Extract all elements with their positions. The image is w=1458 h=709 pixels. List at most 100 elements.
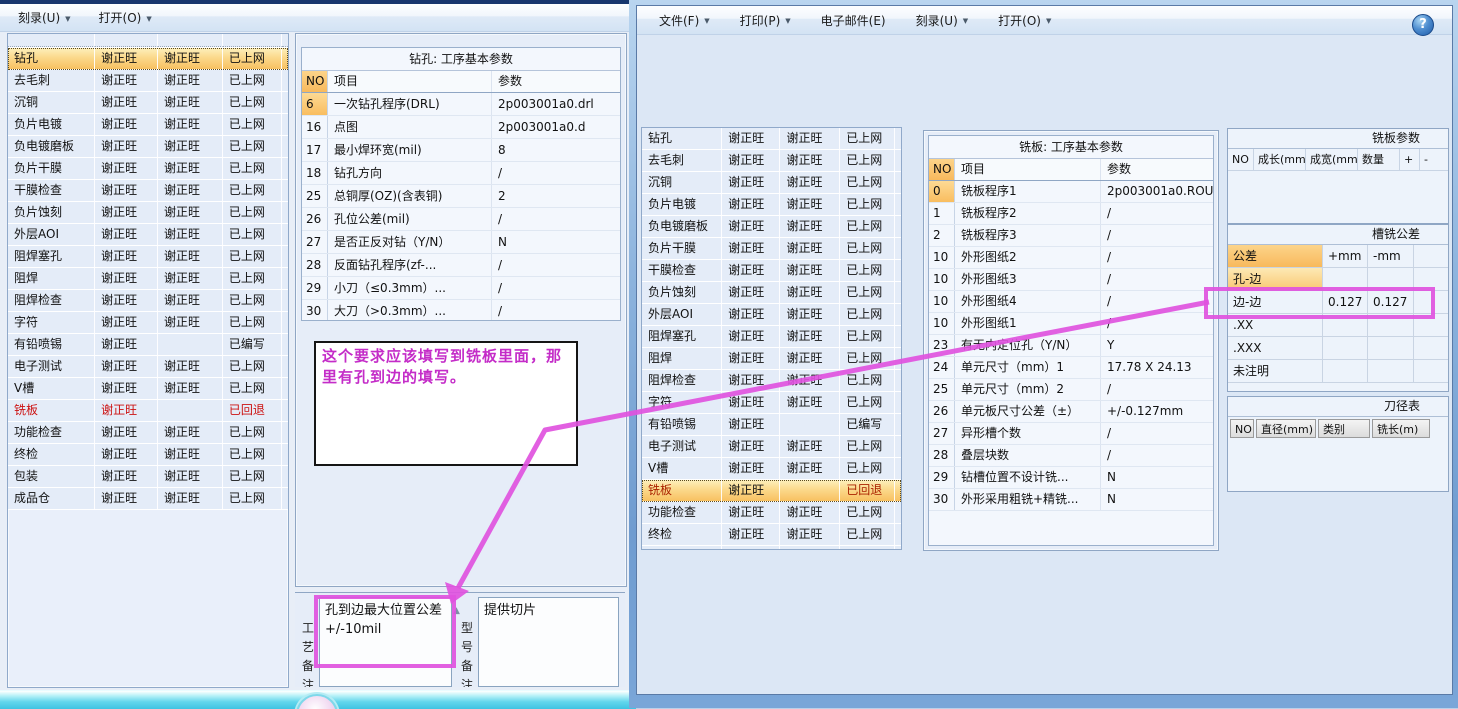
- column-header[interactable]: NO: [1228, 149, 1254, 170]
- col-header-item[interactable]: 项目: [955, 159, 1101, 180]
- table-row[interactable]: 终检 谢正旺 谢正旺 已上网: [642, 524, 901, 546]
- tolerance-row[interactable]: 未注明: [1228, 360, 1448, 383]
- table-row[interactable]: 字符 谢正旺 谢正旺 已上网: [8, 312, 288, 334]
- param-row[interactable]: 25 总铜厚(OZ)(含表铜) 2: [302, 185, 620, 208]
- param-row[interactable]: 10 外形图纸2 /: [929, 247, 1213, 269]
- tolerance-row[interactable]: .XX: [1228, 314, 1448, 337]
- param-row[interactable]: 17 最小焊环宽(mil) 8: [302, 139, 620, 162]
- table-row[interactable]: 铣板 谢正旺 已回退: [642, 480, 901, 502]
- param-row[interactable]: 6 一次钻孔程序(DRL) 2p003001a0.drl: [302, 93, 620, 116]
- col-header-no[interactable]: NO: [302, 71, 328, 92]
- table-row[interactable]: 外层AOI 谢正旺 谢正旺 已上网: [642, 304, 901, 326]
- column-header[interactable]: 成宽(mm): [1306, 149, 1358, 170]
- param-row[interactable]: 16 点图 2p003001a0.d: [302, 116, 620, 139]
- col-header-no[interactable]: NO: [929, 159, 955, 180]
- column-header[interactable]: +: [1400, 149, 1420, 170]
- param-row[interactable]: 10 外形图纸1 /: [929, 313, 1213, 335]
- table-row[interactable]: 去毛刺 谢正旺 谢正旺 已上网: [642, 150, 901, 172]
- table-row[interactable]: 阻焊塞孔 谢正旺 谢正旺 已上网: [642, 326, 901, 348]
- table-row[interactable]: 铣板 谢正旺 已回退: [8, 400, 288, 422]
- param-row[interactable]: 23 有无内定位孔（Y/N） Y: [929, 335, 1213, 357]
- table-row[interactable]: 负片电镀 谢正旺 谢正旺 已上网: [8, 114, 288, 136]
- table-row[interactable]: 负片干膜 谢正旺 谢正旺 已上网: [642, 238, 901, 260]
- col-header-value[interactable]: 参数: [492, 71, 620, 92]
- param-row[interactable]: 0 铣板程序1 2p003001a0.ROU: [929, 181, 1213, 203]
- menu-item[interactable]: 打印(P) ▼: [734, 12, 797, 29]
- table-row[interactable]: 阻焊 谢正旺 谢正旺 已上网: [642, 348, 901, 370]
- param-row[interactable]: 10 外形图纸3 /: [929, 269, 1213, 291]
- start-orb-icon[interactable]: [296, 694, 338, 709]
- table-row[interactable]: 阻焊检查 谢正旺 谢正旺 已上网: [642, 370, 901, 392]
- help-icon[interactable]: ?: [1412, 14, 1434, 36]
- table-row[interactable]: 包装谢正旺谢正旺已上网: [8, 466, 288, 488]
- table-row[interactable]: 负片蚀刻 谢正旺 谢正旺 已上网: [642, 282, 901, 304]
- table-row[interactable]: 负片蚀刻 谢正旺 谢正旺 已上网: [8, 202, 288, 224]
- table-row[interactable]: 终检 谢正旺 谢正旺 已上网: [8, 444, 288, 466]
- param-row[interactable]: 1 铣板程序2 /: [929, 203, 1213, 225]
- model-remark-input[interactable]: 提供切片: [478, 597, 619, 687]
- param-row[interactable]: 24 单元尺寸（mm）1 17.78 X 24.13: [929, 357, 1213, 379]
- tolerance-col-label[interactable]: 公差: [1228, 245, 1323, 267]
- menu-item[interactable]: 打开(O) ▼: [93, 9, 158, 26]
- table-row[interactable]: 有铅喷锡 谢正旺 已编写: [642, 414, 901, 436]
- table-row[interactable]: 负电镀磨板 谢正旺 谢正旺 已上网: [642, 216, 901, 238]
- tolerance-col-minus[interactable]: -mm: [1368, 245, 1414, 267]
- table-row[interactable]: 去毛刺 谢正旺 谢正旺 已上网: [8, 70, 288, 92]
- table-row[interactable]: 电子测试 谢正旺 谢正旺 已上网: [8, 356, 288, 378]
- column-header[interactable]: 成长(mm): [1254, 149, 1306, 170]
- column-header[interactable]: 直径(mm): [1256, 419, 1316, 438]
- process-remark-input[interactable]: 孔到边最大位置公差+/-10mil: [319, 597, 452, 687]
- param-row[interactable]: 30 大刀（>0.3mm）... /: [302, 300, 620, 320]
- table-row[interactable]: 有铅喷锡 谢正旺 已编写: [8, 334, 288, 356]
- scroll-up-icon[interactable]: ▲: [453, 606, 460, 616]
- menu-item[interactable]: 打开(O) ▼: [992, 12, 1057, 29]
- menu-item[interactable]: 刻录(U) ▼: [910, 12, 975, 29]
- param-row[interactable]: 2 铣板程序3 /: [929, 225, 1213, 247]
- column-header[interactable]: 数量: [1358, 149, 1400, 170]
- table-row[interactable]: 钻孔 谢正旺 谢正旺 已上网: [642, 128, 901, 150]
- param-row[interactable]: 30 外形采用粗铣+精铣... N: [929, 489, 1213, 511]
- table-row[interactable]: 沉铜 谢正旺 谢正旺 已上网: [642, 172, 901, 194]
- table-row[interactable]: 沉铜 谢正旺 谢正旺 已上网: [8, 92, 288, 114]
- tolerance-row[interactable]: 边-边 0.127 0.127: [1228, 291, 1448, 314]
- column-header[interactable]: 类别: [1318, 419, 1370, 438]
- table-row[interactable]: 干膜检查 谢正旺 谢正旺 已上网: [8, 180, 288, 202]
- menu-item[interactable]: 刻录(U) ▼: [12, 9, 77, 26]
- table-row[interactable]: V槽 谢正旺 谢正旺 已上网: [8, 378, 288, 400]
- column-header[interactable]: 铣长(m): [1372, 419, 1430, 438]
- param-row[interactable]: 26 孔位公差(mil) /: [302, 208, 620, 231]
- menu-item[interactable]: 电子邮件(E): [815, 12, 892, 29]
- table-row[interactable]: 阻焊 谢正旺 谢正旺 已上网: [8, 268, 288, 290]
- col-header-item[interactable]: 项目: [328, 71, 492, 92]
- param-row[interactable]: 26 单元板尺寸公差（±） +/-0.127mm: [929, 401, 1213, 423]
- table-row[interactable]: 钻孔 谢正旺 谢正旺 已上网: [8, 48, 288, 70]
- param-row[interactable]: 29 钻槽位置不设计铣... N: [929, 467, 1213, 489]
- table-row[interactable]: 电子测试 谢正旺 谢正旺 已上网: [642, 436, 901, 458]
- table-row[interactable]: 负片干膜 谢正旺 谢正旺 已上网: [8, 158, 288, 180]
- column-header[interactable]: NO: [1230, 419, 1254, 438]
- table-row[interactable]: 阻焊检查 谢正旺 谢正旺 已上网: [8, 290, 288, 312]
- column-header[interactable]: -: [1420, 149, 1436, 170]
- table-row[interactable]: 功能检查 谢正旺 谢正旺 已上网: [8, 422, 288, 444]
- param-row[interactable]: 27 是否正反对钻（Y/N） N: [302, 231, 620, 254]
- table-row[interactable]: V槽 谢正旺 谢正旺 已上网: [642, 458, 901, 480]
- col-header-value[interactable]: 参数: [1101, 159, 1213, 180]
- table-row[interactable]: 成品仓 谢正旺 谢正旺 已上网: [8, 488, 288, 510]
- tolerance-col-plus[interactable]: +mm: [1323, 245, 1368, 267]
- param-row[interactable]: 25 单元尺寸（mm）2 /: [929, 379, 1213, 401]
- param-row[interactable]: 18 钻孔方向 /: [302, 162, 620, 185]
- table-row[interactable]: 阻焊塞孔 谢正旺 谢正旺 已上网: [8, 246, 288, 268]
- param-row[interactable]: 28 反面钻孔程序(zf-... /: [302, 254, 620, 277]
- table-row[interactable]: 包装谢正旺谢正旺已上网: [642, 546, 901, 549]
- table-row[interactable]: 外层AOI 谢正旺 谢正旺 已上网: [8, 224, 288, 246]
- table-row[interactable]: 负片电镀 谢正旺 谢正旺 已上网: [642, 194, 901, 216]
- table-row[interactable]: 负电镀磨板 谢正旺 谢正旺 已上网: [8, 136, 288, 158]
- taskbar[interactable]: [0, 690, 636, 709]
- tolerance-row[interactable]: .XXX: [1228, 337, 1448, 360]
- table-row[interactable]: 干膜检查 谢正旺 谢正旺 已上网: [642, 260, 901, 282]
- tolerance-row[interactable]: 孔-边: [1228, 268, 1448, 291]
- table-row[interactable]: 功能检查 谢正旺 谢正旺 已上网: [642, 502, 901, 524]
- table-row[interactable]: 字符 谢正旺 谢正旺 已上网: [642, 392, 901, 414]
- param-row[interactable]: 28 叠层块数 /: [929, 445, 1213, 467]
- param-row[interactable]: 27 异形槽个数 /: [929, 423, 1213, 445]
